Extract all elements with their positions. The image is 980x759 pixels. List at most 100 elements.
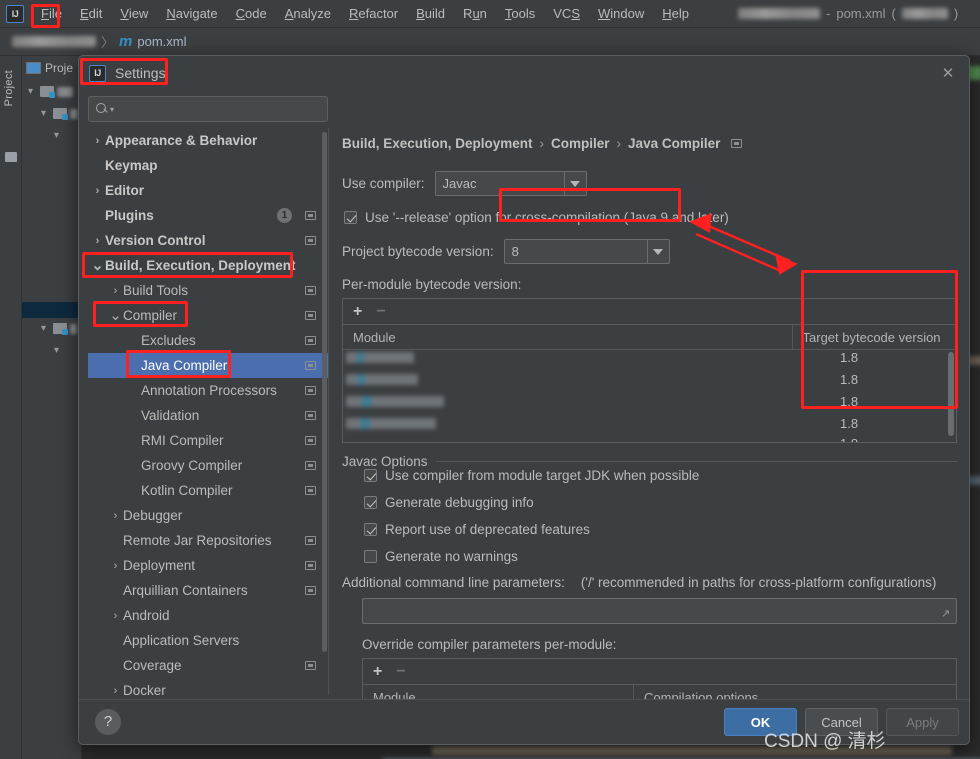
chevron-down-icon[interactable]: ▾ bbox=[54, 345, 63, 356]
copy-settings-icon[interactable] bbox=[305, 286, 316, 295]
sidebar-item-docker[interactable]: › Docker bbox=[88, 678, 328, 695]
chevron-down-icon[interactable]: ⌄ bbox=[108, 308, 123, 323]
chevron-down-icon[interactable] bbox=[646, 240, 669, 263]
per-module-bytecode-table[interactable]: + − Module Target bytecode version 1.8 1… bbox=[342, 298, 957, 443]
table-cell-target-version[interactable]: 1.8 bbox=[840, 416, 858, 431]
chevron-down-icon[interactable]: ⌄ bbox=[90, 258, 105, 273]
copy-settings-icon[interactable] bbox=[305, 236, 316, 245]
chevron-down-icon[interactable]: ▾ bbox=[41, 323, 50, 334]
menu-help[interactable]: Help bbox=[653, 2, 698, 25]
additional-params-input[interactable]: ↗ bbox=[362, 598, 957, 624]
sidebar-item-debugger[interactable]: › Debugger bbox=[88, 503, 328, 528]
generate-debugging-info-checkbox[interactable] bbox=[364, 496, 377, 509]
copy-settings-icon[interactable] bbox=[305, 386, 316, 395]
sidebar-item-appearance-behavior[interactable]: › Appearance & Behavior bbox=[88, 128, 328, 153]
copy-settings-icon[interactable] bbox=[305, 586, 316, 595]
sidebar-item-remote-jar-repositories[interactable]: Remote Jar Repositories bbox=[88, 528, 328, 553]
copy-settings-icon[interactable] bbox=[305, 461, 316, 470]
settings-tree-scrollbar[interactable] bbox=[322, 132, 327, 652]
add-row-button[interactable]: + bbox=[353, 303, 362, 320]
generate-no-warnings-checkbox[interactable] bbox=[364, 550, 377, 563]
copy-settings-icon[interactable] bbox=[305, 361, 316, 370]
sidebar-item-validation[interactable]: Validation bbox=[88, 403, 328, 428]
menu-refactor[interactable]: Refactor bbox=[340, 2, 407, 25]
chevron-down-icon[interactable]: ▾ bbox=[41, 108, 50, 119]
project-tree-row[interactable]: ▾ bbox=[54, 345, 63, 356]
sidebar-item-java-compiler[interactable]: Java Compiler bbox=[88, 353, 328, 378]
per-module-table-scrollbar[interactable] bbox=[948, 352, 954, 436]
chevron-right-icon[interactable]: › bbox=[108, 610, 123, 622]
report-deprecated-row[interactable]: Report use of deprecated features bbox=[364, 522, 590, 537]
table-cell-target-version[interactable]: 1.8 bbox=[840, 394, 858, 409]
menu-navigate[interactable]: Navigate bbox=[157, 2, 226, 25]
sidebar-item-annotation-processors[interactable]: Annotation Processors bbox=[88, 378, 328, 403]
sidebar-item-deployment[interactable]: › Deployment bbox=[88, 553, 328, 578]
settings-search-box[interactable]: ▾ bbox=[88, 96, 328, 122]
copy-settings-icon[interactable] bbox=[305, 211, 316, 220]
menu-analyze[interactable]: Analyze bbox=[276, 2, 340, 25]
project-tree-row[interactable]: ▾ bbox=[54, 130, 63, 141]
use-module-jdk-compiler-row[interactable]: Use compiler from module target JDK when… bbox=[364, 468, 699, 483]
remove-row-button[interactable]: − bbox=[376, 303, 385, 320]
sidebar-item-keymap[interactable]: Keymap bbox=[88, 153, 328, 178]
table-cell-target-version[interactable]: 1.8 bbox=[840, 436, 858, 442]
sidebar-item-build-execution-deployment[interactable]: ⌄ Build, Execution, Deployment bbox=[88, 253, 328, 278]
chevron-right-icon[interactable]: › bbox=[90, 135, 105, 147]
report-deprecated-checkbox[interactable] bbox=[364, 523, 377, 536]
settings-tree[interactable]: › Appearance & Behavior Keymap › Editor Plugi… bbox=[88, 128, 328, 695]
sidebar-item-groovy-compiler[interactable]: Groovy Compiler bbox=[88, 453, 328, 478]
sidebar-item-android[interactable]: › Android bbox=[88, 603, 328, 628]
copy-settings-icon[interactable] bbox=[305, 536, 316, 545]
project-tree-selected-row[interactable] bbox=[22, 302, 82, 318]
menu-window[interactable]: Window bbox=[589, 2, 653, 25]
menu-view[interactable]: View bbox=[111, 2, 157, 25]
release-option-row[interactable]: Use '--release' option for cross-compila… bbox=[344, 210, 729, 225]
project-bytecode-dropdown[interactable]: 8 bbox=[503, 239, 670, 264]
generate-debugging-info-row[interactable]: Generate debugging info bbox=[364, 495, 534, 510]
sidebar-item-editor[interactable]: › Editor bbox=[88, 178, 328, 203]
sidebar-item-plugins[interactable]: Plugins 1 bbox=[88, 203, 328, 228]
column-header-module[interactable]: Module bbox=[343, 325, 792, 349]
table-cell-target-version[interactable]: 1.8 bbox=[840, 372, 858, 387]
menu-vcs[interactable]: VCS bbox=[544, 2, 589, 25]
use-module-jdk-compiler-checkbox[interactable] bbox=[364, 469, 377, 482]
menu-run[interactable]: Run bbox=[454, 2, 496, 25]
per-module-table-body[interactable]: 1.8 1.8 1.8 1.8 1.8 bbox=[343, 350, 956, 442]
sidebar-item-kotlin-compiler[interactable]: Kotlin Compiler bbox=[88, 478, 328, 503]
help-button[interactable]: ? bbox=[95, 709, 121, 735]
sidebar-item-build-tools[interactable]: › Build Tools bbox=[88, 278, 328, 303]
chevron-right-icon[interactable]: › bbox=[108, 510, 123, 522]
column-header-target-bytecode-version[interactable]: Target bytecode version bbox=[791, 325, 956, 349]
chevron-right-icon[interactable]: › bbox=[108, 560, 123, 572]
chevron-down-icon[interactable]: ▾ bbox=[28, 86, 37, 97]
menu-build[interactable]: Build bbox=[407, 2, 454, 25]
generate-no-warnings-row[interactable]: Generate no warnings bbox=[364, 549, 518, 564]
copy-settings-icon[interactable] bbox=[305, 411, 316, 420]
release-option-checkbox[interactable] bbox=[344, 211, 357, 224]
stripe-button-project[interactable]: Project bbox=[3, 70, 15, 106]
sidebar-item-rmi-compiler[interactable]: RMI Compiler bbox=[88, 428, 328, 453]
close-icon[interactable]: ✕ bbox=[939, 65, 957, 83]
project-tree-row[interactable]: ▾ bbox=[28, 86, 73, 98]
chevron-right-icon[interactable]: › bbox=[90, 185, 105, 197]
sidebar-item-version-control[interactable]: › Version Control bbox=[88, 228, 328, 253]
project-tree-row[interactable]: ▾ bbox=[41, 108, 78, 120]
copy-settings-icon[interactable] bbox=[305, 311, 316, 320]
sidebar-item-application-servers[interactable]: Application Servers bbox=[88, 628, 328, 653]
search-input[interactable] bbox=[114, 101, 327, 117]
remove-row-button[interactable]: − bbox=[396, 663, 405, 680]
menu-code[interactable]: Code bbox=[227, 2, 276, 25]
dialog-splitter[interactable] bbox=[328, 128, 329, 695]
copy-settings-icon[interactable] bbox=[731, 139, 743, 148]
copy-settings-icon[interactable] bbox=[305, 436, 316, 445]
table-cell-target-version[interactable]: 1.8 bbox=[840, 350, 858, 365]
sidebar-item-compiler[interactable]: ⌄ Compiler bbox=[88, 303, 328, 328]
copy-settings-icon[interactable] bbox=[305, 561, 316, 570]
chevron-right-icon[interactable]: › bbox=[108, 685, 123, 696]
breadcrumb-file-name[interactable]: pom.xml bbox=[137, 34, 186, 49]
chevron-right-icon[interactable]: › bbox=[90, 235, 105, 247]
menu-tools[interactable]: Tools bbox=[496, 2, 544, 25]
sidebar-item-arquillian-containers[interactable]: Arquillian Containers bbox=[88, 578, 328, 603]
sidebar-item-coverage[interactable]: Coverage bbox=[88, 653, 328, 678]
copy-settings-icon[interactable] bbox=[305, 486, 316, 495]
